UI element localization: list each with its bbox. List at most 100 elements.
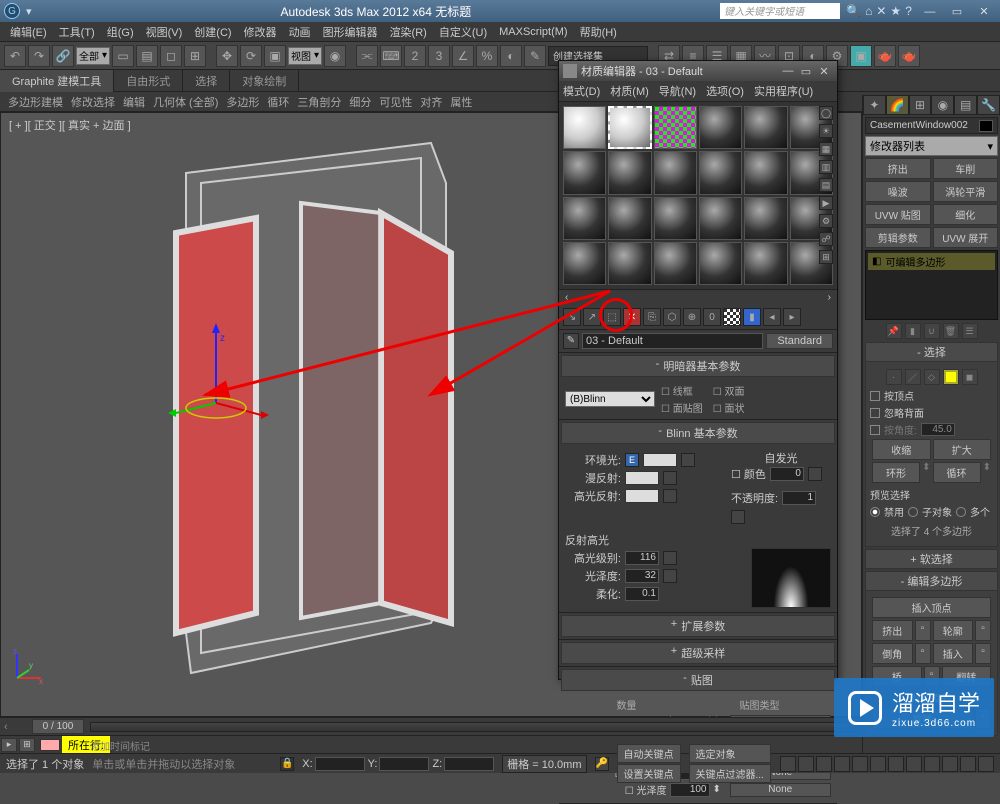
info-center-favorite-icon[interactable]: ★ — [890, 4, 901, 18]
get-material-icon[interactable]: ↘ — [563, 308, 581, 326]
rollout-selection-header[interactable]: - 选择 — [865, 342, 998, 362]
menu-create[interactable]: 创建(C) — [188, 24, 237, 40]
manipulate-button[interactable]: ⫘ — [356, 45, 378, 67]
edit-named-sel-button[interactable]: ✎ — [524, 45, 546, 67]
time-slider-track[interactable] — [90, 722, 856, 732]
wire-checkbox[interactable]: ☐ 线框 — [661, 383, 703, 398]
extrude-settings-button[interactable]: ▫ — [915, 620, 931, 641]
rollout-edit-poly-header[interactable]: - 编辑多边形 — [865, 571, 998, 591]
play-back-icon[interactable] — [780, 756, 796, 772]
transform-z-input[interactable] — [444, 757, 494, 771]
sample-slot[interactable] — [563, 151, 606, 194]
sample-slot[interactable] — [699, 151, 742, 194]
selfillum-map-button[interactable] — [808, 467, 822, 481]
specular-swatch[interactable] — [625, 489, 659, 503]
redo-button[interactable]: ↷ — [28, 45, 50, 67]
zoom-extents-icon[interactable] — [906, 756, 922, 772]
ribbon-tab-paint[interactable]: 对象绘制 — [230, 70, 299, 92]
max-toggle-icon[interactable] — [978, 756, 994, 772]
angle-snap-button[interactable]: ∠ — [452, 45, 474, 67]
rollout-soft-sel-header[interactable]: + 软选择 — [865, 549, 998, 569]
show-end-result-icon[interactable]: ▮ — [743, 308, 761, 326]
show-in-viewport-icon[interactable] — [723, 308, 741, 326]
ribbon-panel-geometry[interactable]: 几何体 (全部) — [153, 94, 218, 110]
show-end-result-icon[interactable]: ▮ — [905, 323, 921, 339]
sample-slot[interactable] — [654, 151, 697, 194]
btn-noise[interactable]: 噪波 — [865, 181, 931, 202]
tab-display-icon[interactable]: ▤ — [954, 95, 977, 115]
options-icon[interactable]: ⚙ — [819, 214, 833, 228]
matmap-nav-icon[interactable]: ⊞ — [819, 250, 833, 264]
select-by-mat-icon[interactable]: ☍ — [819, 232, 833, 246]
make-preview-icon[interactable]: ▶ — [819, 196, 833, 210]
ribbon-panel-properties[interactable]: 属性 — [450, 94, 472, 110]
sample-slot[interactable] — [654, 197, 697, 240]
mated-menu-material[interactable]: 材质(M) — [610, 83, 649, 99]
material-editor-titlebar[interactable]: 材质编辑器 - 03 - Default — ▭ ✕ — [559, 61, 837, 81]
pin-stack-icon[interactable]: 📌 — [886, 323, 902, 339]
info-center-signin-icon[interactable]: ⌂ — [865, 4, 872, 18]
select-object-button[interactable]: ▭ — [112, 45, 134, 67]
info-center-exchange-icon[interactable]: ✕ — [876, 4, 886, 18]
map-amount-spinner[interactable]: 100 — [670, 783, 710, 797]
opacity-spinner[interactable]: 1 — [782, 491, 816, 505]
btn-tessellate[interactable]: 细化 — [933, 204, 999, 225]
sample-slot[interactable] — [699, 197, 742, 240]
time-slider[interactable]: ‹ 0 / 100 — [0, 717, 862, 735]
make-unique-icon[interactable]: ⬡ — [663, 308, 681, 326]
modifier-list-dropdown[interactable]: 修改器列表▾ — [865, 136, 998, 156]
gloss-spinner[interactable]: 32 — [625, 569, 659, 583]
snap-toggle-2d[interactable]: 2 — [404, 45, 426, 67]
ribbon-panel-polygons[interactable]: 多边形 — [226, 94, 259, 110]
sample-slot[interactable] — [744, 106, 787, 149]
btn-extrude[interactable]: 挤出 — [865, 158, 931, 179]
soften-spinner[interactable]: 0.1 — [625, 587, 659, 601]
background-icon[interactable]: ▦ — [819, 142, 833, 156]
key-mode-dropdown[interactable]: 选定对象 — [689, 744, 771, 763]
tab-modify-icon[interactable]: 🌈 — [886, 95, 909, 115]
selection-lock-icon[interactable]: 🔒 — [280, 757, 294, 771]
ignore-backfacing-checkbox[interactable] — [870, 408, 880, 418]
menu-group[interactable]: 组(G) — [101, 24, 140, 40]
assign-to-selection-icon[interactable]: ⬚ — [603, 308, 621, 326]
tab-hierarchy-icon[interactable]: ⊞ — [909, 95, 932, 115]
fov-icon[interactable] — [924, 756, 940, 772]
bevel-button[interactable]: 倒角 — [872, 643, 913, 664]
ribbon-panel-edit[interactable]: 编辑 — [123, 94, 145, 110]
subobj-element-icon[interactable]: ◼ — [962, 369, 978, 385]
sample-uv-icon[interactable]: ▥ — [819, 160, 833, 174]
transform-y-input[interactable] — [379, 757, 429, 771]
specular-map-button[interactable] — [663, 489, 677, 503]
reset-map-icon[interactable]: ✕ — [623, 308, 641, 326]
ribbon-panel-align[interactable]: 对齐 — [420, 94, 442, 110]
menu-help[interactable]: 帮助(H) — [574, 24, 623, 40]
sample-slot[interactable] — [654, 242, 697, 285]
diffuse-swatch[interactable] — [625, 471, 659, 485]
subobj-polygon-icon[interactable] — [943, 369, 959, 385]
put-to-library-icon[interactable]: ⊕ — [683, 308, 701, 326]
ribbon-panel-subdiv[interactable]: 细分 — [349, 94, 371, 110]
trackbar-expand-icon[interactable]: ▸ — [1, 738, 17, 752]
opacity-map-button[interactable] — [731, 510, 745, 524]
mated-menu-utilities[interactable]: 实用程序(U) — [754, 83, 813, 99]
inset-settings-button[interactable]: ▫ — [975, 643, 991, 664]
link-button[interactable]: 🔗 — [52, 45, 74, 67]
menu-customize[interactable]: 自定义(U) — [433, 24, 493, 40]
map-glossiness[interactable]: ☐ 光泽度 — [565, 782, 667, 797]
help-search-input[interactable]: 键入关键字或短语 — [720, 3, 840, 19]
pan-icon[interactable] — [942, 756, 958, 772]
extrude-button[interactable]: 挤出 — [872, 620, 913, 641]
sample-slot[interactable] — [744, 242, 787, 285]
preview-off-radio[interactable] — [870, 507, 880, 517]
rollout-header[interactable]: -明暗器基本参数 — [561, 355, 835, 377]
configure-sets-icon[interactable]: ☰ — [962, 323, 978, 339]
zoom-all-icon[interactable] — [888, 756, 904, 772]
info-center-help-icon[interactable]: ? — [905, 4, 912, 18]
preview-multi-radio[interactable] — [956, 507, 966, 517]
percent-snap-button[interactable]: % — [476, 45, 498, 67]
add-time-tag[interactable]: 添加时间标记 — [90, 738, 150, 753]
ribbon-tab-modeling[interactable]: Graphite 建模工具 — [0, 70, 114, 92]
ambient-swatch[interactable] — [643, 453, 677, 467]
keyboard-shortcut-button[interactable]: ⌨ — [380, 45, 402, 67]
shader-type-dropdown[interactable]: (B)Blinn — [565, 391, 655, 407]
